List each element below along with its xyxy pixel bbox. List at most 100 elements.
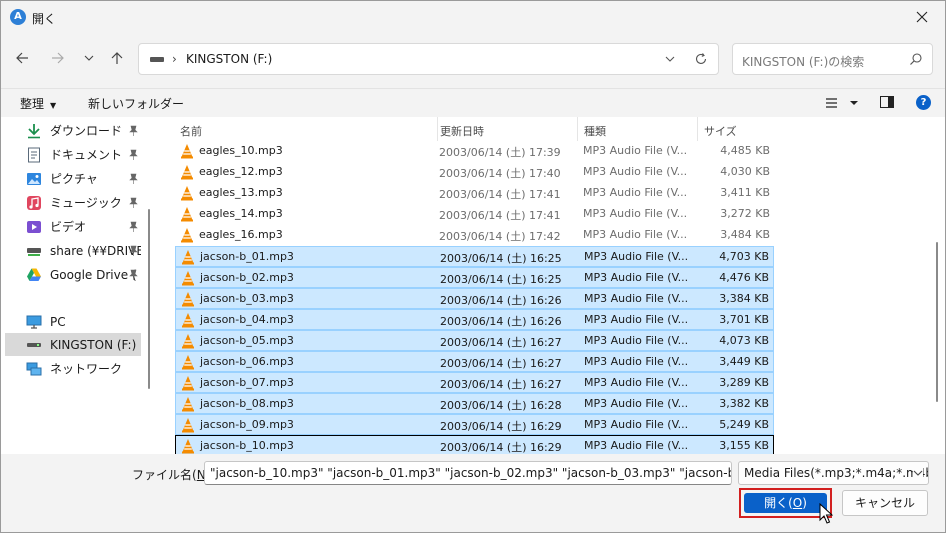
file-name: jacson-b_03.mp3 bbox=[200, 292, 294, 305]
search-input[interactable]: KINGSTON (F:)の検索 bbox=[742, 53, 864, 70]
open-button[interactable]: 開く(O) bbox=[744, 493, 827, 513]
column-divider[interactable] bbox=[697, 117, 698, 141]
title-bar: A 開く bbox=[1, 1, 945, 33]
sidebar-item-label: PC bbox=[50, 314, 66, 329]
sidebar-item-label: ピクチャ bbox=[50, 172, 98, 186]
sidebar-item-music[interactable]: ミュージック bbox=[5, 191, 141, 214]
file-date: 2003/06/14 (土) 16:25 bbox=[440, 273, 562, 286]
sidebar-item-pictures[interactable]: ピクチャ bbox=[5, 167, 141, 190]
sidebar-item-share[interactable]: share (¥¥DRIVE bbox=[5, 239, 141, 262]
file-type: MP3 Audio File (V... bbox=[584, 439, 689, 452]
file-size: 4,030 KB bbox=[720, 165, 770, 178]
file-type: MP3 Audio File (V... bbox=[583, 228, 688, 241]
file-list-scrollbar[interactable] bbox=[936, 242, 938, 402]
file-row[interactable]: eagles_13.mp3 2003/06/14 (土) 17:41 MP3 Aud… bbox=[175, 183, 774, 204]
help-icon[interactable]: ? bbox=[916, 95, 931, 110]
file-date: 2003/06/14 (土) 16:27 bbox=[440, 378, 562, 391]
file-row[interactable]: jacson-b_09.mp3 2003/06/14 (土) 16:29 MP3 A… bbox=[175, 414, 774, 435]
file-date: 2003/06/14 (土) 16:27 bbox=[440, 336, 562, 349]
chevron-down-icon bbox=[84, 55, 94, 61]
file-date: 2003/06/14 (土) 16:26 bbox=[440, 315, 562, 328]
cancel-button[interactable]: キャンセル bbox=[842, 490, 928, 516]
file-date: 2003/06/14 (土) 16:27 bbox=[440, 357, 562, 370]
file-row[interactable]: jacson-b_02.mp3 2003/06/14 (土) 16:25 MP3 A… bbox=[175, 267, 774, 288]
file-row[interactable]: jacson-b_10.mp3 2003/06/14 (土) 16:29 MP3 A… bbox=[175, 435, 774, 454]
arrow-left-icon bbox=[16, 52, 28, 64]
sidebar-item-downloads[interactable]: ダウンロード bbox=[5, 119, 141, 142]
arrow-up-icon bbox=[111, 52, 123, 64]
column-header-name[interactable]: 名前 bbox=[175, 117, 437, 141]
file-name: jacson-b_02.mp3 bbox=[200, 271, 294, 284]
column-header-size[interactable]: サイズ bbox=[699, 117, 774, 141]
new-folder-button[interactable]: 新しいフォルダー bbox=[88, 95, 184, 112]
file-row[interactable]: eagles_14.mp3 2003/06/14 (土) 17:41 MP3 Aud… bbox=[175, 204, 774, 225]
file-row[interactable]: jacson-b_01.mp3 2003/06/14 (土) 16:25 MP3 A… bbox=[175, 246, 774, 267]
file-date: 2003/06/14 (土) 17:41 bbox=[439, 188, 561, 201]
file-type: MP3 Audio File (V... bbox=[584, 376, 689, 389]
back-button[interactable] bbox=[10, 46, 34, 70]
file-row[interactable]: eagles_12.mp3 2003/06/14 (土) 17:40 MP3 Aud… bbox=[175, 162, 774, 183]
refresh-icon[interactable] bbox=[692, 50, 710, 68]
usb-drive-icon bbox=[150, 57, 164, 62]
vlc-file-icon bbox=[182, 250, 194, 265]
forward-button[interactable] bbox=[46, 46, 70, 70]
file-type: MP3 Audio File (V... bbox=[583, 186, 688, 199]
breadcrumb-current[interactable]: KINGSTON (F:) bbox=[186, 52, 272, 66]
pin-icon bbox=[129, 221, 138, 232]
file-row[interactable]: jacson-b_05.mp3 2003/06/14 (土) 16:27 MP3 A… bbox=[175, 330, 774, 351]
file-row[interactable]: eagles_10.mp3 2003/06/14 (土) 17:39 MP3 Aud… bbox=[175, 141, 774, 162]
file-row[interactable]: eagles_16.mp3 2003/06/14 (土) 17:42 MP3 Aud… bbox=[175, 225, 774, 246]
sidebar-item-kingston[interactable]: KINGSTON (F:) bbox=[5, 333, 141, 356]
organize-button[interactable]: 整理 ▼ bbox=[20, 95, 56, 112]
sidebar-item-documents[interactable]: ドキュメント bbox=[5, 143, 141, 166]
file-row[interactable]: jacson-b_07.mp3 2003/06/14 (土) 16:27 MP3 A… bbox=[175, 372, 774, 393]
file-list[interactable]: ⌃ 名前 更新日時 種類 サイズ eagles_10.mp3 2003/06/14… bbox=[153, 117, 945, 454]
column-divider[interactable] bbox=[577, 117, 578, 141]
sidebar-item-network[interactable]: ネットワーク bbox=[5, 357, 141, 380]
filename-label: ファイル名(N): bbox=[132, 466, 214, 483]
filename-field[interactable]: "jacson-b_10.mp3" "jacson-b_01.mp3" "jac… bbox=[204, 461, 732, 485]
file-date: 2003/06/14 (土) 16:26 bbox=[440, 294, 562, 307]
file-name: eagles_13.mp3 bbox=[199, 186, 283, 199]
pc-icon bbox=[26, 315, 42, 329]
network-icon bbox=[26, 362, 42, 375]
address-bar[interactable]: › KINGSTON (F:) bbox=[138, 43, 719, 75]
sidebar-item-label: share (¥¥DRIVE bbox=[50, 243, 141, 258]
vlc-file-icon bbox=[182, 355, 194, 370]
sidebar-item-videos[interactable]: ビデオ bbox=[5, 215, 141, 238]
file-size: 3,382 KB bbox=[719, 397, 769, 410]
file-type: MP3 Audio File (V... bbox=[584, 271, 689, 284]
download-icon bbox=[28, 123, 40, 138]
column-header-type[interactable]: 種類 bbox=[579, 117, 697, 141]
file-row[interactable]: jacson-b_06.mp3 2003/06/14 (土) 16:27 MP3 A… bbox=[175, 351, 774, 372]
preview-pane-icon[interactable] bbox=[880, 96, 894, 108]
file-date: 2003/06/14 (土) 16:25 bbox=[440, 252, 562, 265]
file-name: jacson-b_06.mp3 bbox=[200, 355, 294, 368]
file-name: jacson-b_09.mp3 bbox=[200, 418, 294, 431]
file-date: 2003/06/14 (土) 16:29 bbox=[440, 441, 562, 454]
navigation-pane[interactable]: ダウンロード ドキュメント ピクチャ ミュージック ビデオ share (¥¥D… bbox=[1, 117, 153, 454]
picture-icon bbox=[27, 172, 41, 185]
vlc-file-icon bbox=[181, 165, 193, 180]
file-size: 4,485 KB bbox=[720, 144, 770, 157]
view-options-button[interactable] bbox=[825, 95, 861, 111]
file-name: eagles_10.mp3 bbox=[199, 144, 283, 157]
search-box[interactable]: KINGSTON (F:)の検索 bbox=[732, 43, 933, 75]
sidebar-item-pc[interactable]: PC bbox=[5, 310, 141, 333]
chevron-down-icon bbox=[913, 468, 923, 478]
column-header-date[interactable]: 更新日時 bbox=[435, 117, 575, 141]
up-button[interactable] bbox=[105, 46, 129, 70]
file-type-select[interactable]: Media Files(*.mp3;*.m4a;*.m4b; bbox=[738, 461, 929, 485]
file-type: MP3 Audio File (V... bbox=[584, 355, 689, 368]
file-row[interactable]: jacson-b_03.mp3 2003/06/14 (土) 16:26 MP3 A… bbox=[175, 288, 774, 309]
vlc-file-icon bbox=[182, 418, 194, 433]
file-row[interactable]: jacson-b_08.mp3 2003/06/14 (土) 16:28 MP3 A… bbox=[175, 393, 774, 414]
chevron-down-icon[interactable] bbox=[661, 50, 679, 68]
sidebar-item-google-drive[interactable]: Google Drive ( bbox=[5, 263, 141, 286]
organize-label: 整理 bbox=[20, 97, 45, 111]
file-row[interactable]: jacson-b_04.mp3 2003/06/14 (土) 16:26 MP3 A… bbox=[175, 309, 774, 330]
open-label-end: ) bbox=[802, 496, 807, 510]
recent-locations-button[interactable] bbox=[77, 46, 101, 70]
sidebar-scrollbar[interactable] bbox=[148, 209, 150, 389]
close-button[interactable] bbox=[899, 1, 945, 33]
